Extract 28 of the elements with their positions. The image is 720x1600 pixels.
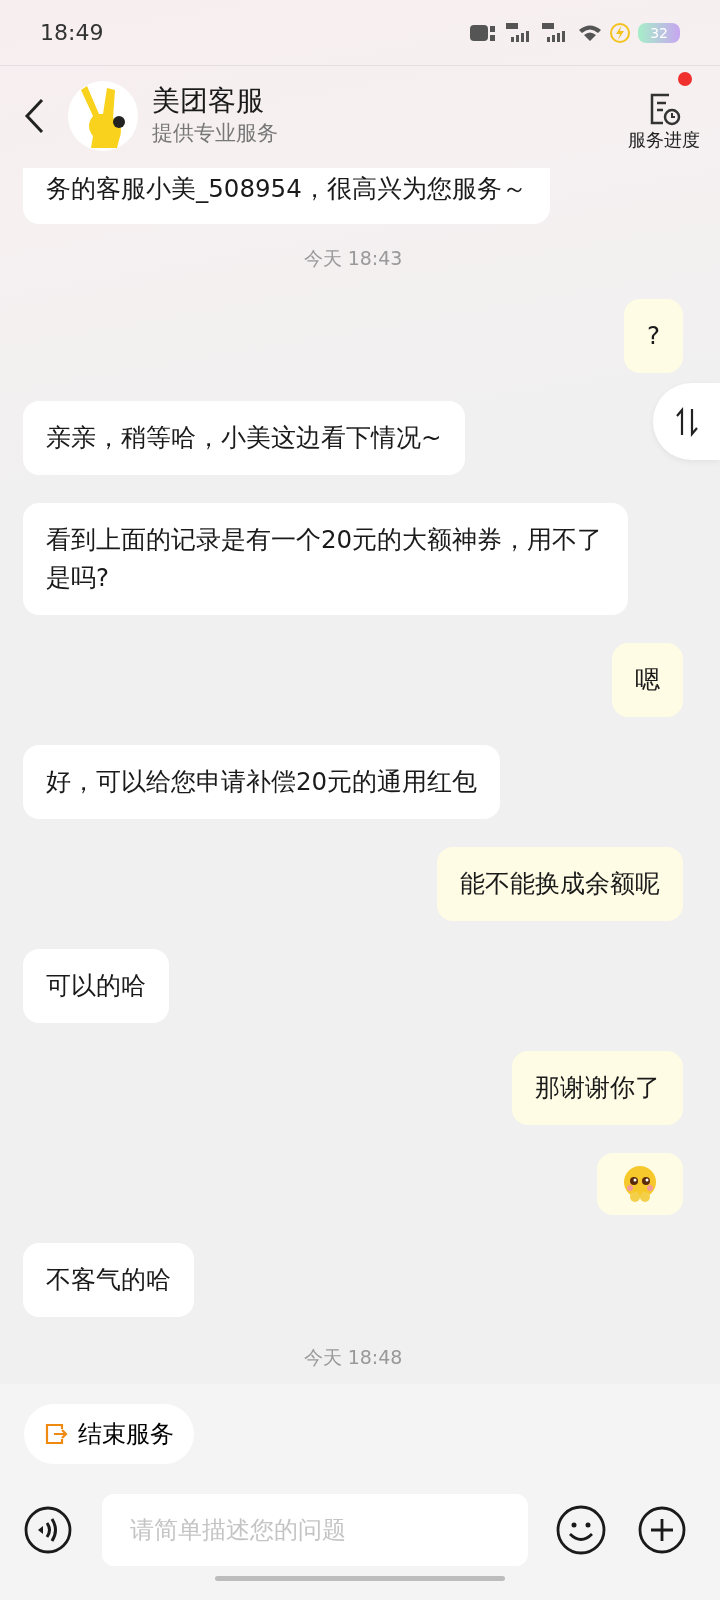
agent-message-bubble: 亲亲，稍等哈，小美这边看下情况~ — [23, 400, 465, 475]
user-message-bubble: 那谢谢你了 — [512, 1050, 683, 1125]
end-service-button[interactable]: 结束服务 — [24, 1404, 194, 1464]
add-button[interactable] — [638, 1506, 686, 1554]
voice-button[interactable] — [24, 1506, 72, 1554]
agent-message-bubble: 看到上面的记录是有一个20元的大额神券，用不了是吗? — [23, 502, 628, 615]
agent-message-bubble: 可以的哈 — [23, 948, 169, 1023]
scroll-toggle-button[interactable] — [653, 383, 720, 460]
charging-icon — [610, 22, 631, 43]
timestamp: 今天 18:43 — [303, 246, 403, 271]
agent-message-bubble: 务的客服小美_508954，很高兴为您服务～ — [23, 168, 550, 224]
chat-subtitle: 提供专业服务 — [152, 120, 278, 147]
status-time: 18:49 — [40, 19, 104, 47]
emoji-button[interactable] — [556, 1505, 606, 1555]
agent-message-bubble: 不客气的哈 — [23, 1242, 194, 1317]
timestamp: 今天 18:48 — [303, 1344, 403, 1370]
back-icon[interactable] — [24, 98, 44, 134]
message-input[interactable]: 请简单描述您的问题 — [102, 1494, 528, 1566]
user-message-bubble: ? — [624, 298, 683, 373]
wifi-icon — [578, 23, 603, 42]
chat-title: 美团客服 — [152, 84, 265, 118]
up-down-arrows-icon — [675, 406, 698, 437]
user-message-bubble: 嗯 — [612, 642, 683, 717]
exit-icon — [44, 1422, 68, 1446]
agent-message-bubble: 好，可以给您申请补偿20元的通用红包 — [23, 744, 501, 819]
user-message-bubble: 能不能换成余额呢 — [437, 846, 683, 921]
service-progress-button[interactable]: 服务进度 — [628, 91, 700, 153]
battery-level: 32 — [638, 22, 680, 43]
